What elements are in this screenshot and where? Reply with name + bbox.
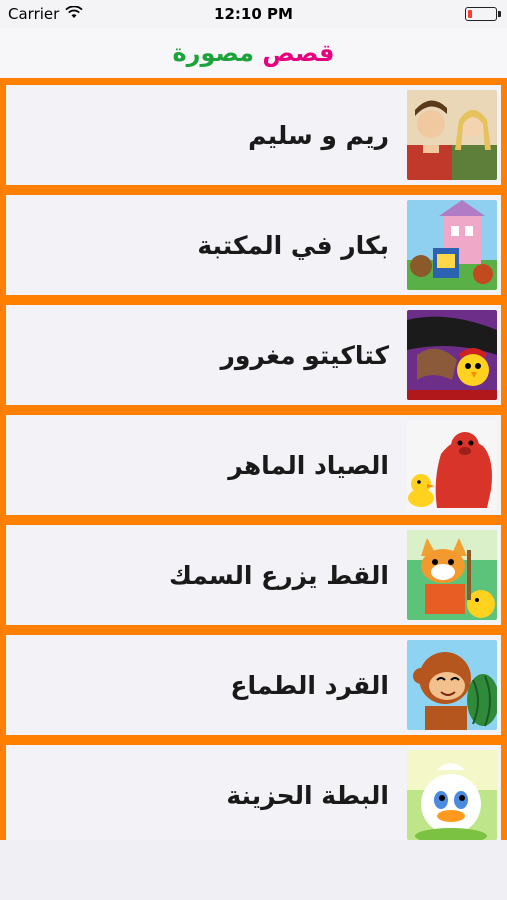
- story-thumbnail-greedy-monkey: [407, 640, 497, 730]
- story-title: ريم و سليم: [248, 120, 389, 150]
- story-thumbnail-katakito: [407, 310, 497, 400]
- story-title: القط يزرع السمك: [169, 560, 389, 590]
- app-title-word-1: قصص: [262, 39, 335, 67]
- app-title: قصص مصورة: [172, 39, 334, 67]
- story-row-1[interactable]: ريم و سليم: [6, 85, 501, 185]
- story-thumbnail-bakar-library: [407, 200, 497, 290]
- app-title-word-2: مصورة: [172, 39, 255, 67]
- story-title: القرد الطماع: [230, 670, 389, 700]
- story-thumbnail-sad-duck: [407, 750, 497, 840]
- stories-list[interactable]: ريم و سليم بكار في المكتبة كتاكيتو مغرور…: [0, 78, 507, 840]
- status-bar: Carrier 12:10 PM: [0, 0, 507, 28]
- navigation-bar: قصص مصورة: [0, 28, 507, 78]
- story-row-6[interactable]: القرد الطماع: [6, 635, 501, 735]
- story-row-4[interactable]: الصياد الماهر: [6, 415, 501, 515]
- status-time: 12:10 PM: [214, 5, 293, 23]
- story-thumbnail-cat-fish: [407, 530, 497, 620]
- battery-low-icon: [465, 7, 501, 21]
- story-title: بكار في المكتبة: [197, 230, 389, 260]
- story-thumbnail-rim-salim: [407, 90, 497, 180]
- story-title: كتاكيتو مغرور: [220, 340, 389, 370]
- story-thumbnail-fisherman-seal: [407, 420, 497, 510]
- bottom-area: [0, 840, 507, 900]
- story-row-7[interactable]: البطة الحزينة: [6, 745, 501, 840]
- story-row-5[interactable]: القط يزرع السمك: [6, 525, 501, 625]
- story-row-3[interactable]: كتاكيتو مغرور: [6, 305, 501, 405]
- story-title: البطة الحزينة: [226, 780, 389, 810]
- story-title: الصياد الماهر: [228, 450, 389, 480]
- story-row-2[interactable]: بكار في المكتبة: [6, 195, 501, 295]
